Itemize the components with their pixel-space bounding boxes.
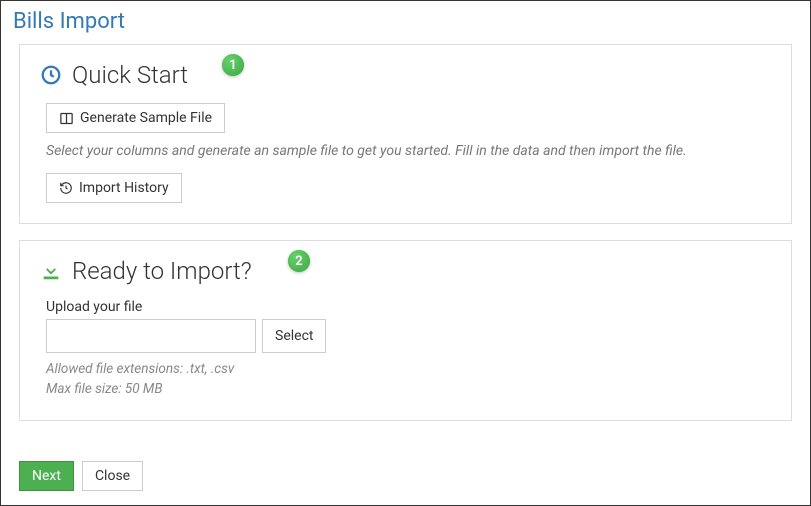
upload-label: Upload your file	[46, 299, 771, 315]
quick-start-title: Quick Start	[72, 61, 188, 89]
close-button[interactable]: Close	[82, 461, 143, 491]
import-history-label: Import History	[79, 180, 169, 196]
allowed-extensions-hint: Allowed file extensions: .txt, .csv	[46, 359, 771, 379]
generate-sample-file-button[interactable]: Generate Sample File	[46, 103, 225, 133]
clock-icon	[40, 64, 62, 86]
ready-import-card: Ready to Import? 2 Upload your file Sele…	[19, 240, 792, 421]
footer-actions: Next Close	[19, 461, 143, 491]
page-title: Bills Import	[1, 1, 810, 40]
download-icon	[40, 260, 62, 282]
ready-import-header: Ready to Import? 2	[40, 257, 771, 285]
import-history-button[interactable]: Import History	[46, 173, 182, 203]
upload-row: Select	[46, 319, 771, 353]
max-file-size-hint: Max file size: 50 MB	[46, 379, 771, 399]
history-icon	[59, 181, 73, 195]
select-file-button[interactable]: Select	[262, 319, 326, 353]
quick-start-helper-text: Select your columns and generate an samp…	[46, 143, 771, 159]
upload-file-input[interactable]	[46, 319, 256, 353]
quick-start-header: Quick Start 1	[40, 61, 771, 89]
ready-import-title: Ready to Import?	[72, 257, 252, 285]
step-badge-1: 1	[222, 54, 244, 76]
quick-start-card: Quick Start 1 Generate Sample File Selec…	[19, 44, 792, 224]
generate-sample-file-label: Generate Sample File	[80, 110, 212, 126]
step-badge-2: 2	[288, 250, 310, 272]
next-button[interactable]: Next	[19, 461, 74, 491]
columns-icon	[59, 111, 74, 126]
